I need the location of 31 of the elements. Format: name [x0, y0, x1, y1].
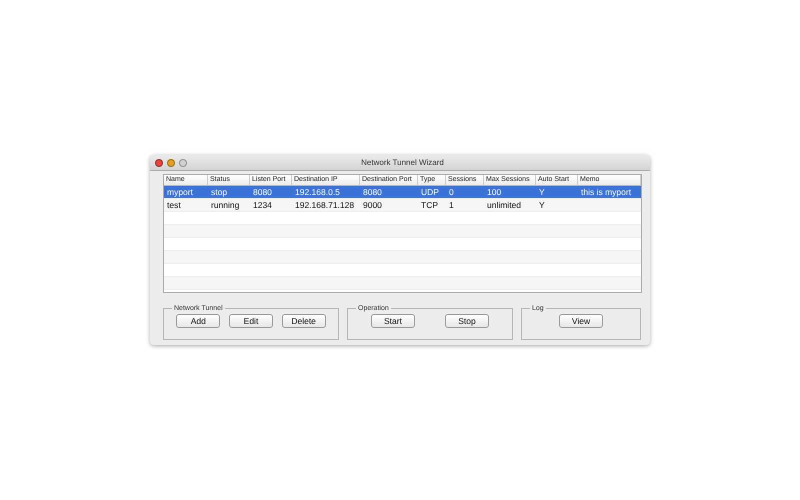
table-cell-text: 1234	[252, 200, 273, 210]
table-cell-text: 192.168.0.5	[294, 187, 341, 197]
minimize-icon[interactable]	[167, 158, 175, 166]
table-cell-text: running	[210, 200, 240, 210]
table-cell-text: Y	[538, 200, 546, 210]
action-button[interactable]: Delete	[282, 314, 326, 328]
table-row[interactable]: test running 1234 192.168.71.128 9000 TCP 1 unlimited Y	[164, 199, 641, 212]
table-cell-text: Y	[538, 187, 546, 197]
table-cell-text: UDP	[420, 187, 440, 197]
window-title: Network Tunnel Wizard	[361, 158, 444, 167]
table-cell-text: this is myport	[580, 187, 632, 197]
action-button[interactable]: Stop	[445, 314, 489, 328]
action-button[interactable]: Start	[371, 314, 415, 328]
table-row[interactable]: myport stop 8080 192.168.0.5 8080 UDP 0 100 Y this is myport	[164, 186, 641, 199]
close-icon[interactable]	[155, 158, 163, 166]
table-cell-text: 8080	[252, 187, 273, 197]
action-button[interactable]: Edit	[228, 314, 273, 328]
table-cell-text: test	[166, 200, 182, 210]
table-cell-text: 1	[448, 200, 455, 210]
table-cell-text: 9000	[362, 200, 383, 210]
zoom-icon[interactable]	[179, 158, 187, 166]
table-cell-text: 0	[448, 187, 455, 197]
table-cell-text: 192.168.71.128	[294, 200, 356, 210]
table-cell-text: 8080	[362, 187, 383, 197]
table-cell-text: stop	[210, 187, 228, 197]
action-button[interactable]: View	[559, 314, 603, 328]
action-button[interactable]: Add	[176, 314, 220, 328]
table-cell-text: unlimited	[486, 200, 522, 210]
table-cell-text: TCP	[420, 200, 439, 210]
table-cell-text: myport	[166, 187, 194, 197]
table-cell-text: 100	[486, 187, 502, 197]
